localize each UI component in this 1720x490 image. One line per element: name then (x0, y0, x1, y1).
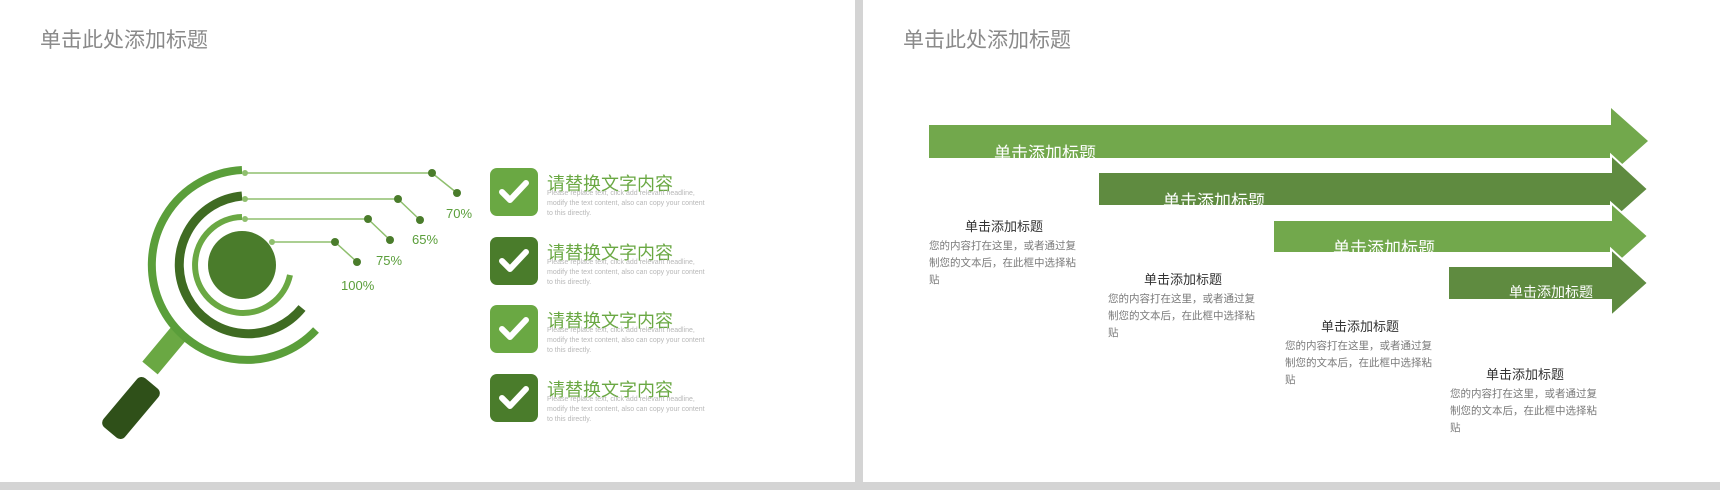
check-item: 请替换文字内容 Please replace text, click add r… (490, 374, 730, 424)
step-description: 单击添加标题 您的内容打在这里，或者通过复制您的文本后，在此框中选择粘贴 (1285, 316, 1435, 389)
step-description: 单击添加标题 您的内容打在这里，或者通过复制您的文本后，在此框中选择粘贴 (1450, 364, 1600, 437)
percent-label: 65% (412, 232, 439, 247)
check-item: 请替换文字内容 Please replace text, click add r… (490, 305, 730, 355)
checkbox-icon (490, 237, 538, 285)
checkbox-icon (490, 374, 538, 422)
magnifier-core (208, 231, 276, 299)
checkbox-icon (490, 168, 538, 216)
check-item: 请替换文字内容 Please replace text, click add r… (490, 168, 730, 218)
connector-65 (245, 198, 421, 221)
arrow-label: 单击添加标题 (1509, 285, 1593, 301)
check-item-body: Please replace text, click add relevant … (547, 327, 705, 354)
connector-100 (272, 241, 358, 263)
check-item-body: Please replace text, click add relevant … (547, 396, 705, 423)
arrow-label: 单击添加标题 (994, 144, 1096, 164)
step-title: 单击添加标题 (1485, 368, 1564, 383)
slide-right: 单击此处添加标题 单击添加标题 单击添加标题 单击添加标题 单击添加标题 单击添… (863, 0, 1720, 482)
step-title: 单击添加标题 (1143, 273, 1222, 288)
check-item-body: Please replace text, click add relevant … (547, 259, 705, 286)
check-item: 请替换文字内容 Please replace text, click add r… (490, 237, 730, 287)
check-item-body: Please replace text, click add relevant … (547, 190, 705, 217)
slide-left: 单击此处添加标题 70% 65% 75% 100% 请替换文字内容 Please… (0, 0, 855, 482)
connector-70 (245, 172, 458, 194)
magnifier-handle (142, 325, 188, 375)
step-title: 单击添加标题 (1320, 320, 1399, 335)
step-body: 您的内容打在这里，或者通过复制您的文本后，在此框中选择粘贴 (1450, 388, 1597, 434)
step-title: 单击添加标题 (964, 220, 1043, 235)
slide-title: 单击此处添加标题 (40, 28, 208, 52)
percent-label: 70% (446, 206, 473, 221)
step-description: 单击添加标题 您的内容打在这里，或者通过复制您的文本后，在此框中选择粘贴 (1108, 269, 1258, 342)
step-description: 单击添加标题 您的内容打在这里，或者通过复制您的文本后，在此框中选择粘贴 (929, 216, 1079, 289)
arrow-label: 单击添加标题 (1333, 239, 1435, 259)
percent-label: 100% (341, 278, 375, 293)
checkbox-icon (490, 305, 538, 353)
step-body: 您的内容打在这里，或者通过复制您的文本后，在此框中选择粘贴 (1108, 293, 1255, 339)
magnifier-graphic (102, 166, 461, 440)
step-body: 您的内容打在这里，或者通过复制您的文本后，在此框中选择粘贴 (929, 240, 1076, 286)
slide-title: 单击此处添加标题 (903, 28, 1071, 52)
percent-label: 75% (376, 253, 403, 268)
magnifier-grip (102, 376, 160, 440)
arrow-label: 单击添加标题 (1163, 192, 1265, 212)
step-body: 您的内容打在这里，或者通过复制您的文本后，在此框中选择粘贴 (1285, 340, 1432, 386)
arrow-step-3 (1272, 200, 1650, 272)
